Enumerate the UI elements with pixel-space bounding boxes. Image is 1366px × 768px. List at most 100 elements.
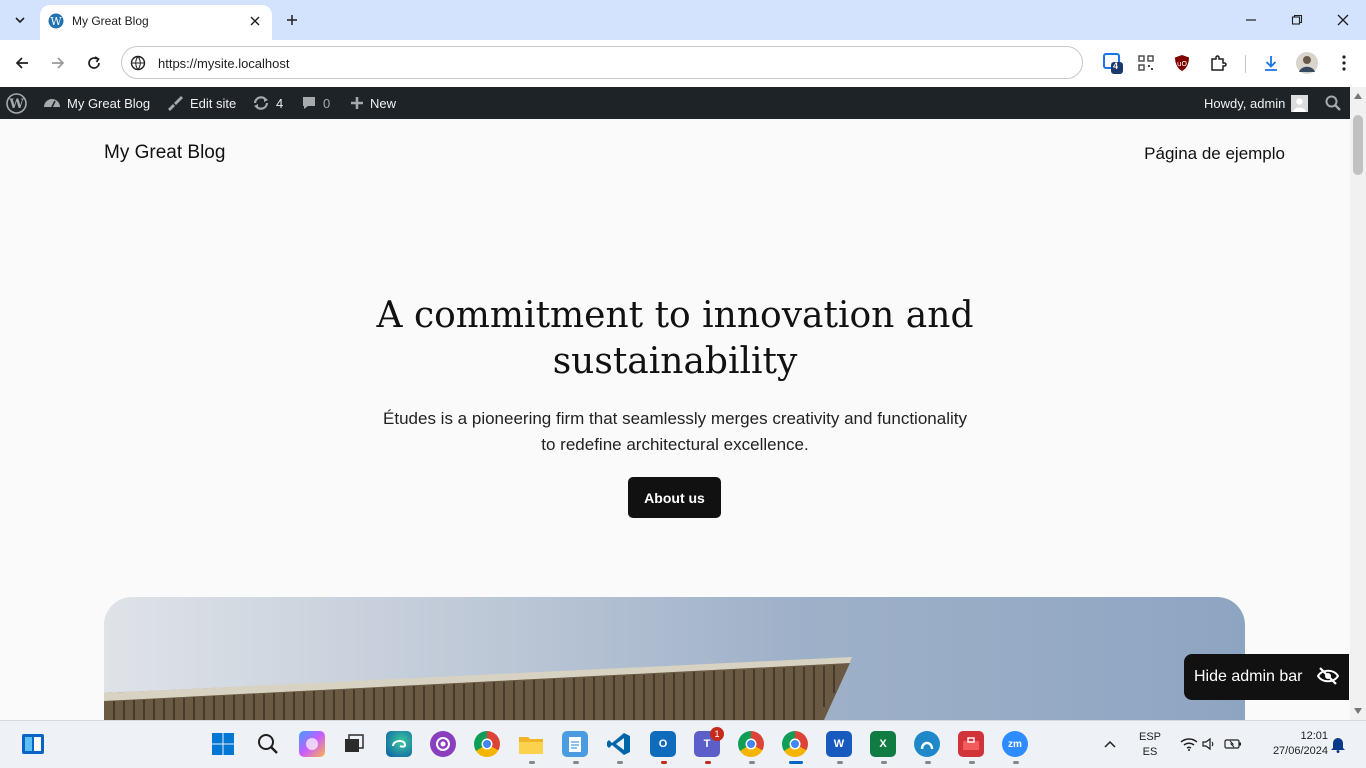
hide-admin-bar-button[interactable]: Hide admin bar — [1184, 654, 1349, 700]
edit-site-link[interactable]: Edit site — [166, 87, 236, 119]
profile-button[interactable] — [1296, 52, 1318, 74]
site-title[interactable]: My Great Blog — [104, 142, 225, 164]
updates-link[interactable]: 4 — [252, 87, 283, 119]
tab-search-button[interactable] — [8, 8, 32, 32]
eye-slash-icon — [1317, 667, 1339, 685]
running-indicator — [705, 761, 711, 764]
comments-count: 0 — [323, 95, 331, 111]
task-view-button[interactable] — [341, 731, 367, 757]
file-explorer-app[interactable] — [518, 731, 544, 757]
active-indicator — [789, 761, 803, 764]
brush-icon — [168, 96, 183, 111]
arrow-left-icon — [15, 57, 28, 69]
extensions-button[interactable] — [1207, 52, 1229, 74]
running-indicator — [573, 761, 579, 764]
edge-app[interactable] — [386, 731, 412, 757]
comment-icon — [303, 97, 315, 109]
chrome-icon — [481, 738, 493, 750]
close-icon — [1337, 14, 1349, 26]
notepad-app[interactable] — [562, 731, 588, 757]
plus-icon — [287, 15, 297, 25]
tab-title: My Great Blog — [72, 14, 149, 28]
outlook-app[interactable]: O — [650, 731, 676, 757]
vscode-icon — [607, 733, 630, 755]
toolbox-app[interactable] — [958, 731, 984, 757]
search-icon — [1325, 95, 1341, 111]
scroll-up-arrow[interactable] — [1353, 91, 1363, 101]
github-icon — [436, 737, 450, 751]
browser-tab[interactable]: W My Great Blog — [40, 5, 272, 40]
scroll-thumb[interactable] — [1353, 115, 1363, 175]
browser-menu-button[interactable] — [1333, 52, 1355, 74]
restore-icon — [1291, 14, 1303, 25]
close-window-button[interactable] — [1333, 10, 1353, 30]
taskbar-search-button[interactable] — [255, 731, 281, 757]
zoom-icon: zm — [1008, 738, 1022, 750]
scroll-down-arrow[interactable] — [1353, 706, 1363, 716]
word-app[interactable]: W — [826, 731, 852, 757]
ublock-button[interactable]: uO — [1171, 52, 1193, 74]
notifications-button[interactable] — [1328, 731, 1348, 757]
extension-tabs-button[interactable]: 4 — [1102, 52, 1124, 74]
chrome-active-app[interactable] — [782, 731, 808, 757]
wp-logo-menu[interactable]: W — [6, 87, 27, 119]
battery-icon — [1224, 739, 1241, 749]
chrome-app[interactable] — [474, 731, 500, 757]
clock-time: 12:01 — [1300, 730, 1328, 742]
hero-image — [104, 597, 1245, 720]
address-bar[interactable]: https://mysite.localhost — [121, 46, 1083, 79]
word-icon: W — [833, 738, 845, 750]
puzzle-icon — [1211, 55, 1227, 71]
qr-code-button[interactable] — [1135, 52, 1157, 74]
windows-taskbar: O T 1 W X zm ESP ES 12:01 27/06/2024 — [0, 720, 1366, 768]
my-account-menu[interactable]: Howdy, admin — [1204, 87, 1309, 119]
running-indicator — [529, 761, 535, 764]
forward-button[interactable] — [47, 52, 69, 74]
about-us-button[interactable]: About us — [628, 477, 721, 518]
nav-link-sample-page[interactable]: Página de ejemplo — [1144, 144, 1285, 164]
clock-date: 27/06/2024 — [1272, 745, 1328, 757]
site-info-icon[interactable] — [130, 55, 146, 71]
zoom-app[interactable]: zm — [1002, 731, 1028, 757]
minimize-button[interactable] — [1241, 10, 1261, 30]
new-content-menu[interactable]: New — [350, 87, 396, 119]
excel-app[interactable]: X — [870, 731, 896, 757]
widgets-button[interactable] — [20, 731, 46, 757]
vscode-app[interactable] — [606, 731, 632, 757]
restore-button[interactable] — [1287, 10, 1307, 30]
chrome-profile-j-app[interactable] — [738, 731, 764, 757]
app-blue-circle[interactable] — [914, 731, 940, 757]
bell-icon — [1331, 738, 1345, 753]
extension-badge: 4 — [1113, 61, 1119, 71]
dashboard-icon — [44, 99, 60, 108]
clock[interactable]: 12:01 27/06/2024 — [1258, 730, 1328, 757]
chevron-down-icon — [15, 17, 25, 24]
new-label: New — [370, 95, 397, 111]
caret-down-icon — [1354, 708, 1362, 714]
tab-close-button[interactable] — [246, 12, 264, 30]
site-name-menu[interactable]: My Great Blog — [43, 87, 150, 119]
copilot-app[interactable] — [299, 731, 325, 757]
start-button[interactable] — [210, 731, 236, 757]
github-app[interactable] — [430, 731, 456, 757]
input-language[interactable]: ESP ES — [1136, 731, 1164, 758]
downloads-button[interactable] — [1260, 52, 1282, 74]
page-scrollbar[interactable] — [1350, 87, 1366, 720]
show-hidden-icons-button[interactable] — [1100, 731, 1120, 757]
comments-link[interactable]: 0 — [301, 87, 330, 119]
hide-admin-bar-label: Hide admin bar — [1194, 668, 1303, 685]
reload-button[interactable] — [83, 52, 105, 74]
back-button[interactable] — [11, 52, 33, 74]
shield-icon: uO — [1175, 55, 1189, 71]
quick-settings-button[interactable] — [1176, 731, 1246, 757]
avatar — [1296, 52, 1318, 74]
download-icon — [1265, 56, 1277, 71]
new-tab-button[interactable] — [282, 10, 302, 30]
reload-icon — [88, 56, 100, 69]
wordpress-icon: W — [48, 13, 64, 29]
svg-text:uO: uO — [1177, 60, 1187, 68]
search-icon — [258, 734, 278, 754]
teams-icon: T — [703, 738, 711, 750]
minimize-icon — [1246, 19, 1256, 21]
admin-bar-search[interactable] — [1325, 87, 1341, 119]
